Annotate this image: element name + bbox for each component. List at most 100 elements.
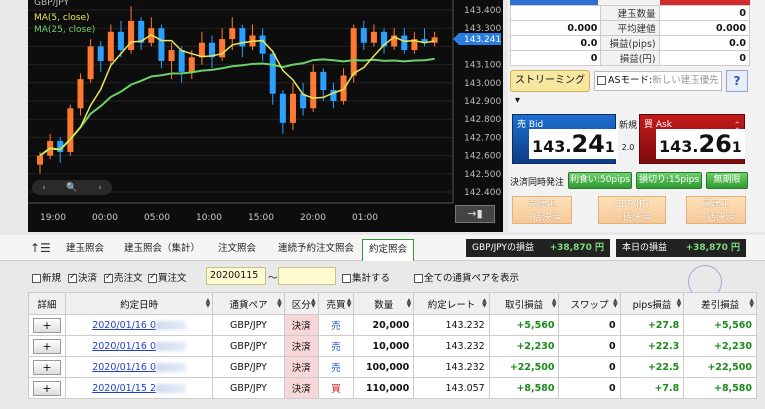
sort-icon[interactable]: ▲ ▼ [206,298,211,309]
zoom-icon[interactable]: 🔍 [66,183,77,193]
scroll-right-icon[interactable]: › [98,183,102,193]
column-header[interactable]: 通貨ペア ▲ ▼ [212,292,285,315]
as-mode-placeholder: 新しい建玉優先 [652,75,719,86]
candle-body [279,93,286,123]
table-row[interactable]: +2020/01/16 0 GBP/JPY 決済売 20,000 143.232 +5,5… [28,314,757,336]
execution-date-link[interactable]: 2020/01/16 0 [92,341,156,352]
trade-pl-cell: +22,500 [488,356,560,378]
app-window: 143.400 143.300 143.241 143.100 143.000 142.9… [0,0,765,409]
jump-latest-button[interactable]: →▮ [455,205,495,223]
column-header[interactable]: 取引損益 ▲ ▼ [488,292,560,315]
sort-icon[interactable]: ▲ ▼ [407,298,412,309]
today-pl-label: 本日の損益 [622,243,668,253]
table-row[interactable]: +2020/01/16 0 GBP/JPY 決済売 10,000 143.232 +2,2… [28,335,757,357]
column-header[interactable]: 売買 ▲ ▼ [317,292,355,315]
filter-bar: 新規 決済 売注文 買注文 20200115 〜 集計する 全ての通貨ペアを表示 [28,266,765,286]
sort-icon[interactable]: ▲ ▼ [677,298,682,309]
execution-date-link[interactable]: 2020/01/16 0 [92,320,156,331]
chart-canvas[interactable]: 143.400 143.300143.241 143.100 143.000 142.9… [28,0,503,232]
chart-zoom-control[interactable]: ‹ 🔍 › [32,180,112,195]
filter-sell-checkbox[interactable]: 売注文 [104,270,143,284]
price-chart[interactable]: 143.400 143.300 143.241 143.100 143.000 142.9… [28,0,503,232]
column-header[interactable]: 区分 ▲ ▼ [283,292,319,315]
scroll-left-icon[interactable]: ‹ [42,183,46,193]
aggregate-checkbox[interactable]: 集計する [342,270,390,284]
executions-table: 詳細 約定日時 ▲ ▼ 通貨ペア ▲ ▼ 区分 ▲ ▼ 売買 ▲ ▼ 数量 ▲ ▼ 約定レート ▲ ▼ 取引損益 ▲ ▼ ス… [28,292,757,399]
filter-new-checkbox[interactable]: 新規 [32,270,61,284]
side-cell: 売 [317,335,355,357]
pips-pl-cell: +27.8 [619,314,685,336]
take-profit-button[interactable]: 利食い:50pips [568,172,632,189]
time-tick-label: 01:00 [352,213,378,223]
streaming-select[interactable]: ストリーミング ▾ [510,70,590,106]
execution-date-link[interactable]: 2020/01/16 0 [92,362,156,373]
column-header[interactable]: 数量 ▲ ▼ [353,292,415,315]
swap-cell: 0 [558,314,621,336]
today-pl-box: 本日の損益 +38,870 円 [616,239,746,257]
pair-pl-value: +38,870 円 [549,243,604,253]
candle-body [269,53,276,94]
position-row: 0.000 平均建値 0.000 [509,20,751,36]
time-tick-label: 15:00 [248,213,274,223]
stop-loss-button[interactable]: 損切り:15pips [636,172,702,189]
as-mode-checkbox[interactable] [597,76,606,85]
redacted-time [156,383,187,393]
menu-toggle-icon[interactable]: ↑☰ [30,241,51,255]
tab-positions-summary[interactable]: 建玉照会（集計） [118,239,206,259]
price-tick-label: 142.600 [464,152,501,162]
candle-body [77,79,84,109]
help-button[interactable]: ? [726,70,748,92]
column-header[interactable]: 約定レート ▲ ▼ [413,292,490,315]
detail-expand-button[interactable]: + [33,338,61,354]
filter-buy-checkbox[interactable]: 買注文 [148,270,187,284]
sort-icon[interactable]: ▲ ▼ [347,298,352,309]
table-row[interactable]: +2020/01/16 0 GBP/JPY 決済売 100,000 143.232 +22… [28,356,757,378]
pair-cell: GBP/JPY [212,356,285,378]
net-pl-cell: +2,230 [683,335,757,357]
detail-expand-button[interactable]: + [33,359,61,375]
as-mode-field[interactable]: ASモード:新しい建玉優先 [594,71,722,91]
spread-label: 新規 [618,121,637,131]
execution-date-link[interactable]: 2020/01/15 2 [92,383,156,394]
sort-icon[interactable]: ▲ ▼ [482,298,487,309]
bulk-settle-pair-button[interactable]: GBP/JPY 一括決済 [598,196,666,224]
sell-bid-button[interactable]: 売 Bid 143.241 [512,114,618,164]
side-cell: 売 [317,356,355,378]
tab-orders[interactable]: 注文照会 [212,239,262,259]
sort-icon[interactable]: ▲ ▼ [613,298,618,309]
column-header[interactable]: pips損益 ▲ ▼ [619,292,685,315]
bulk-settle-buy-button[interactable]: 買建玉 一括決済 [686,196,746,224]
column-header[interactable]: 差引損益 ▲ ▼ [683,292,757,315]
table-row[interactable]: +2020/01/15 2 GBP/JPY 決済買 110,000 143.057 +8,… [28,377,757,399]
time-tick-label: 10:00 [196,213,222,223]
candle-body [168,50,175,61]
date-to-input[interactable] [278,267,336,285]
tab-executions[interactable]: 約定照会 [362,239,415,261]
position-buy-value: 0 [658,50,751,66]
position-buy-value: 0.0 [658,35,751,51]
all-pairs-checkbox[interactable]: 全ての通貨ペアを表示 [414,270,519,284]
column-header[interactable]: スワップ ▲ ▼ [558,292,621,315]
tab-ifd-orders[interactable]: 連続予約注文照会 [272,239,360,259]
filter-settle-checkbox[interactable]: 決済 [68,270,97,284]
side-cell: 買 [317,377,355,399]
detail-expand-button[interactable]: + [33,317,61,333]
sort-icon[interactable]: ▲ ▼ [552,298,557,309]
bulk-settle-sell-button[interactable]: 売建玉 一括決済 [512,196,572,224]
column-header[interactable]: 詳細 [28,292,66,315]
price-tick-label: 143.400 [464,6,501,16]
tab-positions[interactable]: 建玉照会 [60,239,110,259]
sort-icon[interactable]: ▲ ▼ [749,298,754,309]
column-header[interactable]: 約定日時 ▲ ▼ [64,292,214,315]
swap-cell: 0 [558,335,621,357]
buy-ask-button[interactable]: 買 Ask ⌃⌃ 143.261 [639,114,745,164]
sort-icon[interactable]: ▲ ▼ [311,298,316,309]
sort-icon[interactable]: ▲ ▼ [277,298,282,309]
detail-expand-button[interactable]: + [33,380,61,396]
quantity-cell: 20,000 [353,314,415,336]
position-row: 建玉数量 0 [509,5,751,21]
expiry-button[interactable]: 無期限 [706,172,748,189]
date-from-input[interactable]: 20200115 [206,267,266,285]
position-sell-value: 0.0 [509,35,602,51]
pips-pl-cell: +7.8 [619,377,685,399]
